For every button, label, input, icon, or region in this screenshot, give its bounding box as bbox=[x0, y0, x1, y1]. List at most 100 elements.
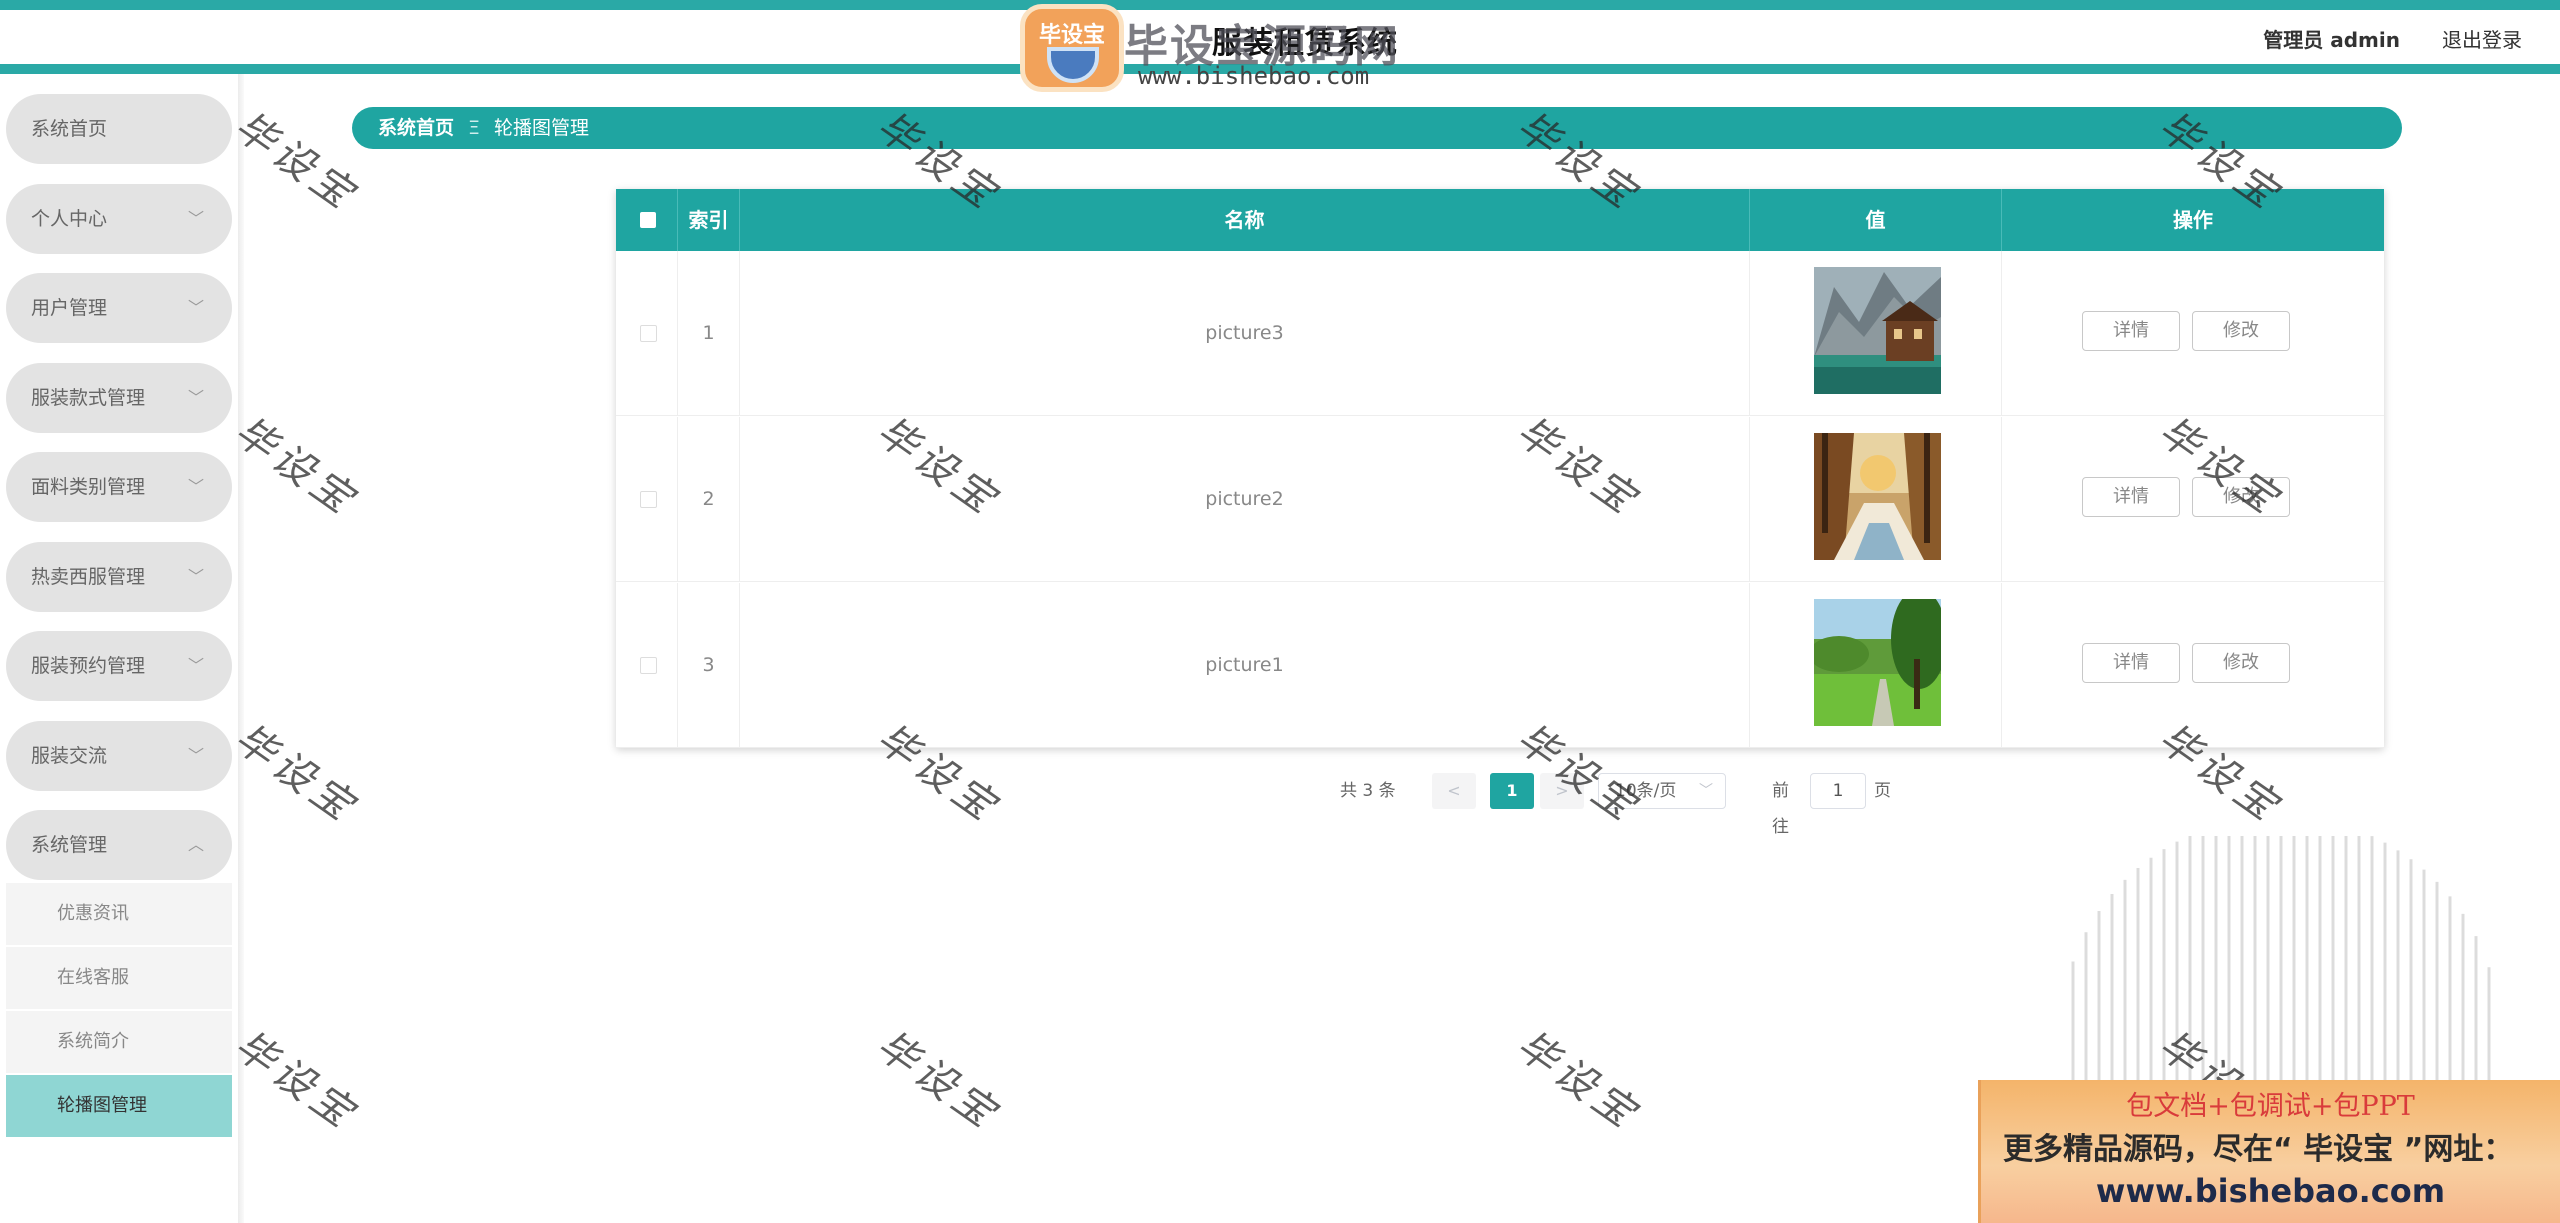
sidebar-item-label: 系统首页 bbox=[31, 118, 108, 140]
detail-button[interactable]: 详情 bbox=[2082, 643, 2180, 683]
detail-button[interactable]: 详情 bbox=[2082, 477, 2180, 517]
chevron-down-icon: ﹀ bbox=[187, 567, 204, 586]
watermark-text: 毕设宝 bbox=[1507, 1022, 1648, 1140]
pagination-next-button[interactable]: > bbox=[1540, 773, 1584, 809]
chevron-down-icon: ﹀ bbox=[187, 388, 204, 407]
goto-unit: 页 bbox=[1874, 781, 1891, 801]
row-name: picture1 bbox=[740, 583, 1750, 748]
table-row: 3 picture1 详情 修改 bbox=[616, 583, 2384, 748]
chevron-down-icon: ﹀ bbox=[187, 656, 204, 675]
sidebar-item-system-management[interactable]: 系统管理 ︿ bbox=[6, 810, 232, 880]
mountain-lake-cabin-image[interactable] bbox=[1814, 267, 1941, 394]
pagination-total: 共 3 条 bbox=[1340, 781, 1396, 801]
breadcrumb: 系统首页 Ξ 轮播图管理 bbox=[352, 107, 2402, 149]
submenu-item-label: 轮播图管理 bbox=[57, 1095, 147, 1116]
sidebar-item-label: 个人中心 bbox=[31, 208, 108, 230]
row-checkbox[interactable] bbox=[640, 325, 657, 342]
sidebar-item-label: 系统管理 bbox=[31, 834, 108, 856]
breadcrumb-separator-icon: Ξ bbox=[468, 117, 481, 139]
sidebar-divider bbox=[238, 74, 244, 1223]
row-name: picture2 bbox=[740, 417, 1750, 582]
logout-link[interactable]: 退出登录 bbox=[2442, 24, 2522, 53]
pagination-prev-button[interactable]: < bbox=[1432, 773, 1476, 809]
row-checkbox-cell bbox=[616, 251, 678, 416]
row-index: 3 bbox=[678, 583, 740, 748]
row-checkbox[interactable] bbox=[640, 491, 657, 508]
submenu-item-discount-news[interactable]: 优惠资讯 bbox=[6, 883, 232, 945]
submenu-item-system-intro[interactable]: 系统简介 bbox=[6, 1011, 232, 1073]
sidebar-item-personal-center[interactable]: 个人中心 ﹀ bbox=[6, 184, 232, 254]
table-row: 2 picture2 详情 修改 bbox=[616, 417, 2384, 582]
sidebar-item-fabric-category[interactable]: 面料类别管理 ﹀ bbox=[6, 452, 232, 522]
goto-label: 前往 bbox=[1772, 781, 1789, 837]
carousel-table: 索引 名称 值 操作 1 picture3 详情 修改 2 picture2 详… bbox=[616, 189, 2384, 748]
sidebar-item-hot-suits[interactable]: 热卖西服管理 ﹀ bbox=[6, 542, 232, 612]
row-actions: 详情 修改 bbox=[2002, 583, 2384, 748]
sidebar-item-label: 服装预约管理 bbox=[31, 655, 146, 677]
edit-button[interactable]: 修改 bbox=[2192, 311, 2290, 351]
table-header: 索引 名称 值 操作 bbox=[616, 189, 2384, 251]
row-checkbox[interactable] bbox=[640, 657, 657, 674]
promo-banner: 包文档+包调试+包PPT 更多精品源码，尽在“ 毕设宝 ”网址： www.bis… bbox=[1978, 1080, 2560, 1223]
sidebar-item-clothing-exchange[interactable]: 服装交流 ﹀ bbox=[6, 721, 232, 791]
bishebao-logo-watermark: 毕设宝 毕设宝源码网 www.bishebao.com bbox=[1008, 0, 1404, 96]
column-header-index: 索引 bbox=[678, 189, 740, 251]
sidebar: 系统首页 个人中心 ﹀ 用户管理 ﹀ 服装款式管理 ﹀ 面料类别管理 ﹀ 热卖西服管理 ﹀… bbox=[0, 74, 240, 1223]
sidebar-item-home[interactable]: 系统首页 bbox=[6, 94, 232, 164]
watermark-text: 毕设宝 bbox=[867, 1022, 1008, 1140]
chevron-down-icon: ﹀ bbox=[187, 746, 204, 765]
submenu-item-label: 系统简介 bbox=[57, 1031, 129, 1052]
row-actions: 详情 修改 bbox=[2002, 251, 2384, 416]
sidebar-item-user-management[interactable]: 用户管理 ﹀ bbox=[6, 273, 232, 343]
logo-url: www.bishebao.com bbox=[1138, 62, 1370, 90]
edit-button[interactable]: 修改 bbox=[2192, 477, 2290, 517]
column-header-name: 名称 bbox=[740, 189, 1750, 251]
watermark-text: 毕设宝 bbox=[225, 408, 366, 526]
row-name: picture3 bbox=[740, 251, 1750, 416]
table-row: 1 picture3 详情 修改 bbox=[616, 251, 2384, 416]
column-header-operation: 操作 bbox=[2173, 208, 2213, 232]
edit-button[interactable]: 修改 bbox=[2192, 643, 2290, 683]
chevron-down-icon: ﹀ bbox=[187, 477, 204, 496]
logo-badge-text: 毕设宝 bbox=[1038, 23, 1105, 48]
sidebar-item-clothing-style[interactable]: 服装款式管理 ﹀ bbox=[6, 363, 232, 433]
watermark-text: 毕设宝 bbox=[225, 103, 366, 221]
column-header-value: 值 bbox=[1750, 189, 2002, 251]
row-index: 2 bbox=[678, 417, 740, 582]
sidebar-item-label: 面料类别管理 bbox=[31, 476, 146, 498]
select-all-checkbox[interactable] bbox=[640, 212, 656, 228]
sidebar-item-label: 服装款式管理 bbox=[31, 387, 146, 409]
chevron-down-icon: ﹀ bbox=[187, 298, 204, 317]
green-park-path-image[interactable] bbox=[1814, 599, 1941, 726]
goto-page-input[interactable] bbox=[1810, 773, 1866, 809]
detail-button[interactable]: 详情 bbox=[2082, 311, 2180, 351]
page-size-select[interactable]: 10条/页 ﹀ bbox=[1598, 773, 1726, 809]
row-index: 1 bbox=[678, 251, 740, 416]
logo-bowl-icon bbox=[1047, 47, 1099, 83]
sidebar-item-label: 热卖西服管理 bbox=[31, 566, 146, 588]
page-size-value: 10条/页 bbox=[1615, 781, 1677, 801]
row-checkbox-cell bbox=[616, 583, 678, 748]
row-image-cell bbox=[1750, 583, 2002, 748]
promo-services: 包文档+包调试+包PPT bbox=[2126, 1091, 2415, 1122]
row-checkbox-cell bbox=[616, 417, 678, 582]
row-actions: 详情 修改 bbox=[2002, 417, 2384, 582]
submenu-item-online-service[interactable]: 在线客服 bbox=[6, 947, 232, 1009]
pagination-page-1[interactable]: 1 bbox=[1490, 773, 1534, 809]
row-image-cell bbox=[1750, 251, 2002, 416]
submenu-item-label: 优惠资讯 bbox=[57, 903, 129, 924]
sidebar-item-reservation[interactable]: 服装预约管理 ﹀ bbox=[6, 631, 232, 701]
breadcrumb-home-link[interactable]: 系统首页 bbox=[378, 117, 454, 139]
select-all-checkbox-cell bbox=[616, 189, 678, 251]
promo-tagline: 更多精品源码，尽在“ 毕设宝 ”网址： bbox=[2003, 1132, 2514, 1167]
admin-user-label: 管理员 admin bbox=[2263, 28, 2400, 52]
promo-url: www.bishebao.com bbox=[2095, 1172, 2446, 1210]
watermark-text: 毕设宝 bbox=[225, 715, 366, 833]
autumn-river-trees-image[interactable] bbox=[1814, 433, 1941, 560]
logo-badge: 毕设宝 bbox=[1020, 4, 1124, 92]
chevron-up-icon: ︿ bbox=[187, 835, 204, 854]
chevron-down-icon: ﹀ bbox=[1699, 783, 1713, 799]
sidebar-item-label: 用户管理 bbox=[31, 297, 108, 319]
watermark-text: 毕设宝 bbox=[225, 1022, 366, 1140]
submenu-item-carousel-management[interactable]: 轮播图管理 bbox=[6, 1075, 232, 1137]
